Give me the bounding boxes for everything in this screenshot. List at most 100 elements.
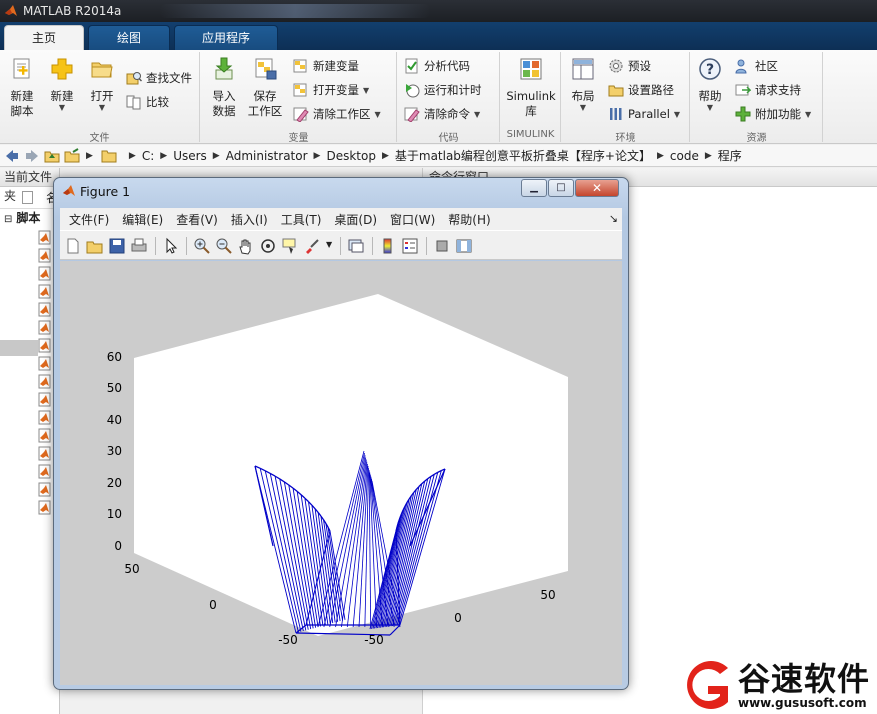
menu-window[interactable]: 窗口(W) — [390, 211, 435, 228]
data-cursor-icon[interactable] — [281, 237, 299, 255]
3d-plot-axes[interactable]: 60 50 40 30 20 10 0 50 0 -50 -50 0 50 — [60, 261, 622, 685]
save-workspace-button[interactable]: 保存 工作区 — [245, 56, 285, 119]
add-ons-dropdown-icon[interactable]: ▼ — [805, 110, 811, 119]
file-item-icon[interactable] — [38, 356, 52, 371]
breadcrumb-separator-icon: ▶ — [381, 150, 389, 161]
parallel-dropdown-icon[interactable]: ▼ — [674, 110, 680, 119]
colorbar-icon[interactable] — [379, 237, 397, 255]
brush-dropdown-icon[interactable]: ▼ — [326, 240, 332, 249]
parallel-button[interactable]: Parallel ▼ — [608, 104, 680, 124]
file-item-icon[interactable] — [38, 266, 52, 281]
file-item-icon[interactable] — [38, 374, 52, 389]
up-folder-icon[interactable] — [44, 148, 60, 164]
save-figure-icon[interactable] — [108, 237, 126, 255]
file-item-icon[interactable] — [38, 428, 52, 443]
clear-workspace-dropdown-icon[interactable]: ▼ — [375, 110, 381, 119]
new-variable-button[interactable]: 新建变量 — [293, 56, 359, 76]
menu-insert[interactable]: 插入(I) — [231, 211, 268, 228]
column-header-name[interactable]: 名 — [0, 187, 59, 209]
ribbon-toolstrip: 新建 脚本 新建 ▼ 打开 ▼ 查找文件 比较 文件 导入 数据 保存 工作区 … — [0, 50, 877, 144]
layout-icon — [572, 58, 594, 80]
new-plus-icon — [51, 58, 73, 80]
pointer-icon[interactable] — [162, 237, 180, 255]
zoom-in-icon[interactable] — [193, 237, 211, 255]
find-files-button[interactable]: 查找文件 — [126, 68, 192, 88]
zoom-out-icon[interactable] — [215, 237, 233, 255]
new-script-button[interactable]: 新建 脚本 — [4, 56, 40, 119]
tab-home[interactable]: 主页 — [4, 25, 84, 50]
new-button[interactable]: 新建 ▼ — [44, 56, 80, 112]
clear-commands-button[interactable]: 清除命令 ▼ — [404, 104, 480, 124]
file-item-icon[interactable] — [38, 230, 52, 245]
close-button[interactable]: ✕ — [575, 179, 619, 197]
tab-apps[interactable]: 应用程序 — [174, 25, 278, 50]
new-figure-icon[interactable] — [64, 237, 82, 255]
open-folder-icon — [91, 62, 113, 78]
new-script-icon — [13, 58, 30, 79]
open-file-icon[interactable] — [86, 237, 104, 255]
import-data-button[interactable]: 导入 数据 — [205, 56, 243, 119]
file-item-icon[interactable] — [38, 392, 52, 407]
breadcrumb-item-desktop[interactable]: Desktop — [326, 149, 376, 163]
file-item-icon[interactable] — [38, 302, 52, 317]
breadcrumb-item-administrator[interactable]: Administrator — [226, 149, 308, 163]
minimize-button[interactable]: ▁ — [521, 179, 547, 197]
collapse-icon[interactable]: ⊟ — [4, 214, 12, 225]
file-item-icon[interactable] — [38, 464, 52, 479]
analyze-code-button[interactable]: 分析代码 — [404, 56, 470, 76]
run-and-time-button[interactable]: 运行和计时 — [404, 80, 482, 100]
menu-edit[interactable]: 编辑(E) — [122, 211, 163, 228]
open-button[interactable]: 打开 ▼ — [84, 56, 120, 112]
back-arrow-icon[interactable] — [4, 148, 20, 164]
file-item-icon[interactable] — [38, 338, 52, 353]
compare-button[interactable]: 比较 — [126, 92, 169, 112]
link-plot-icon[interactable] — [347, 237, 365, 255]
add-ons-button[interactable]: 附加功能 ▼ — [735, 104, 811, 124]
legend-icon[interactable] — [401, 237, 419, 255]
figure-canvas[interactable]: 60 50 40 30 20 10 0 50 0 -50 -50 0 50 — [60, 261, 622, 685]
file-item-icon[interactable] — [38, 248, 52, 263]
open-variable-button[interactable]: 打开变量 ▼ — [293, 80, 369, 100]
file-item-icon[interactable] — [38, 446, 52, 461]
menu-help[interactable]: 帮助(H) — [448, 211, 490, 228]
menu-tools[interactable]: 工具(T) — [281, 211, 322, 228]
rotate-3d-icon[interactable] — [259, 237, 277, 255]
clear-commands-dropdown-icon[interactable]: ▼ — [474, 110, 480, 119]
breadcrumb-item-users[interactable]: Users — [173, 149, 207, 163]
file-item-icon[interactable] — [38, 284, 52, 299]
show-plot-tools-icon[interactable] — [455, 237, 473, 255]
menu-desktop[interactable]: 桌面(D) — [334, 211, 377, 228]
community-button[interactable]: 社区 — [735, 56, 778, 76]
maximize-button[interactable]: □ — [548, 179, 574, 197]
breadcrumb-item-program[interactable]: 程序 — [718, 147, 742, 164]
menu-file[interactable]: 文件(F) — [69, 211, 109, 228]
file-item-icon[interactable] — [38, 410, 52, 425]
figure-window[interactable]: Figure 1 ▁ □ ✕ 文件(F) 编辑(E) 查看(V) 插入(I) 工… — [53, 177, 629, 690]
watermark-brand: 谷速软件 — [738, 660, 871, 698]
breadcrumb-item-project[interactable]: 基于matlab编程创意平板折叠桌【程序+论文】 — [395, 147, 651, 164]
pan-hand-icon[interactable] — [237, 237, 255, 255]
breadcrumb-item-code[interactable]: code — [670, 149, 699, 163]
brush-icon[interactable] — [303, 237, 321, 255]
file-item-icon[interactable] — [38, 320, 52, 335]
breadcrumb-item-drive[interactable]: C: — [142, 149, 154, 163]
open-variable-dropdown-icon[interactable]: ▼ — [363, 86, 369, 95]
preferences-label: 预设 — [628, 59, 651, 73]
simulink-library-button[interactable]: Simulink 库 — [503, 56, 559, 119]
layout-button[interactable]: 布局 ▼ — [566, 56, 600, 112]
tree-node-scripts[interactable]: ⊟ 脚本 — [0, 209, 59, 227]
browse-folder-icon[interactable] — [64, 147, 80, 164]
file-item-icon[interactable] — [38, 500, 52, 515]
menu-view[interactable]: 查看(V) — [176, 211, 218, 228]
hide-plot-tools-icon[interactable] — [433, 237, 451, 255]
print-figure-icon[interactable] — [130, 237, 148, 255]
file-item-icon[interactable] — [38, 482, 52, 497]
dock-arrow-icon[interactable]: ↘ — [609, 212, 618, 225]
preferences-button[interactable]: 预设 — [608, 56, 651, 76]
tab-plots[interactable]: 绘图 — [88, 25, 170, 50]
request-support-button[interactable]: 请求支持 — [735, 80, 801, 100]
forward-arrow-icon[interactable] — [24, 148, 40, 164]
help-button[interactable]: ? 帮助 ▼ — [695, 56, 725, 112]
set-path-button[interactable]: 设置路径 — [608, 80, 674, 100]
clear-workspace-button[interactable]: 清除工作区 ▼ — [293, 104, 381, 124]
